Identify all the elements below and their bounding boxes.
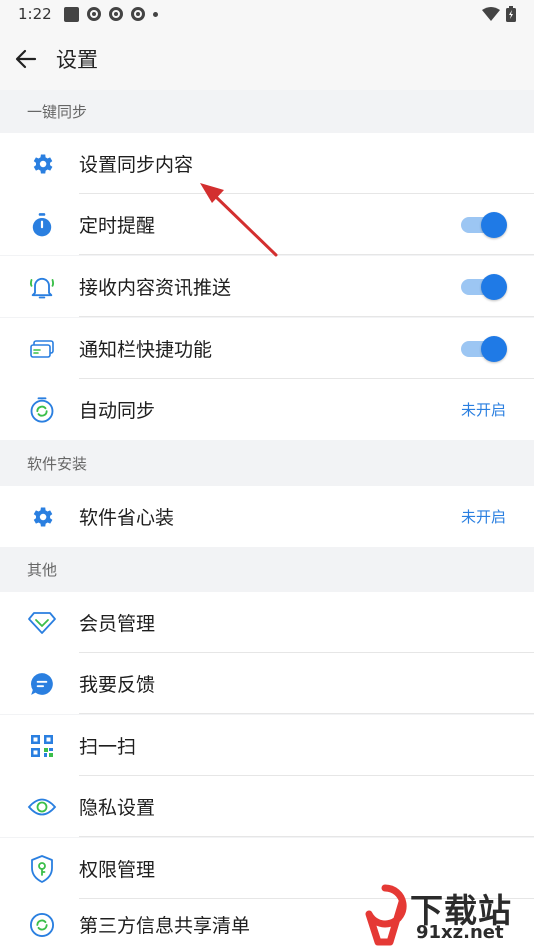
watermark-logo: 下载站 91xz.net (360, 882, 530, 948)
divider (79, 836, 534, 837)
row-label: 通知栏快捷功能 (79, 339, 213, 361)
row-auto-sync[interactable]: 自动同步 未开启 (0, 379, 534, 440)
row-label: 定时提醒 (79, 215, 156, 237)
row-label: 设置同步内容 (79, 154, 194, 176)
sync-clock-icon (27, 395, 57, 425)
row-membership[interactable]: 会员管理 (0, 592, 534, 653)
section-header-install: 软件安装 (0, 440, 534, 486)
row-label: 自动同步 (79, 400, 156, 422)
notification-shortcuts-toggle[interactable] (461, 335, 507, 362)
back-arrow-icon[interactable] (4, 37, 48, 81)
row-label: 我要反馈 (79, 674, 156, 696)
notification-icons (63, 6, 158, 22)
row-easy-install[interactable]: 软件省心装 未开启 (0, 486, 534, 547)
notification-icon (108, 7, 123, 21)
notification-icon (86, 7, 101, 21)
section-header-other: 其他 (0, 547, 534, 592)
stopwatch-icon (27, 210, 57, 240)
chat-bubble-icon (27, 669, 57, 699)
notification-icon (130, 7, 145, 21)
divider (79, 254, 534, 255)
watermark-site: 91xz.net (416, 922, 504, 943)
gear-icon (27, 502, 57, 532)
row-scan[interactable]: 扫一扫 (0, 715, 534, 776)
app-notification-icon (63, 6, 79, 22)
row-label: 第三方信息共享清单 (79, 915, 251, 937)
diamond-icon (27, 608, 57, 638)
status-bar: 1:22 (0, 0, 534, 28)
eye-icon (27, 792, 57, 822)
shield-key-icon (27, 854, 57, 884)
card-icon (27, 334, 57, 364)
status-time: 1:22 (18, 5, 52, 23)
section-header-sync: 一键同步 (0, 90, 534, 133)
row-feedback[interactable]: 我要反馈 (0, 653, 534, 714)
row-privacy[interactable]: 隐私设置 (0, 776, 534, 837)
wifi-icon (482, 7, 500, 21)
row-push-notifications[interactable]: 接收内容资讯推送 (0, 256, 534, 317)
row-label: 权限管理 (79, 859, 156, 881)
qr-code-icon (27, 731, 57, 761)
easy-install-status: 未开启 (460, 508, 506, 526)
more-notifications-icon (152, 11, 158, 17)
row-label: 接收内容资讯推送 (79, 277, 232, 299)
watermark-emblem (365, 884, 407, 946)
row-notification-shortcuts[interactable]: 通知栏快捷功能 (0, 318, 534, 379)
divider (79, 316, 534, 317)
bell-icon (27, 272, 57, 302)
battery-icon (506, 6, 516, 22)
app-bar: 设置 (0, 28, 534, 90)
gear-icon (27, 149, 57, 179)
row-timed-reminder[interactable]: 定时提醒 (0, 194, 534, 255)
timed-reminder-toggle[interactable] (461, 211, 507, 238)
auto-sync-status: 未开启 (460, 401, 506, 419)
row-label: 隐私设置 (79, 797, 156, 819)
row-label: 软件省心装 (79, 507, 175, 529)
divider (79, 713, 534, 714)
row-label: 扫一扫 (79, 736, 137, 758)
row-label: 会员管理 (79, 613, 156, 635)
page-title: 设置 (56, 48, 98, 72)
row-sync-content[interactable]: 设置同步内容 (0, 133, 534, 194)
push-notifications-toggle[interactable] (461, 273, 507, 300)
share-sync-icon (27, 910, 57, 940)
